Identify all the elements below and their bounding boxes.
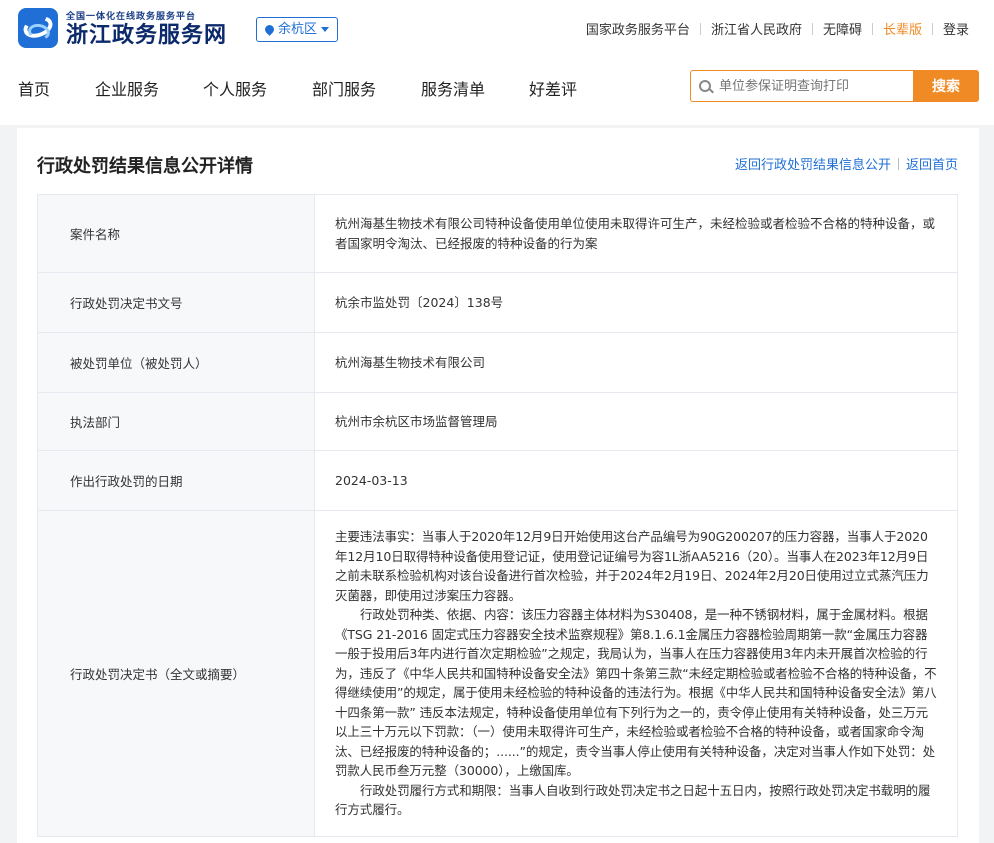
- row-label: 被处罚单位（被处罚人）: [37, 332, 315, 393]
- divider: [897, 157, 899, 170]
- nav-evaluation[interactable]: 好差评: [529, 76, 577, 100]
- row-label: 行政处罚决定书文号: [37, 272, 315, 333]
- region-selector[interactable]: 余杭区: [256, 17, 339, 42]
- row-label: 行政处罚决定书（全文或摘要）: [37, 510, 315, 837]
- search-field[interactable]: [690, 70, 913, 102]
- nav-personal-services[interactable]: 个人服务: [203, 76, 267, 100]
- link-national-platform[interactable]: 国家政务服务平台: [576, 19, 700, 38]
- logo-subtitle: 全国一体化在线政务服务平台: [66, 11, 197, 22]
- table-row: 行政处罚决定书文号 杭余市监处罚〔2024〕138号: [37, 272, 958, 333]
- row-label: 作出行政处罚的日期: [37, 450, 315, 511]
- link-provincial-government[interactable]: 浙江省人民政府: [701, 19, 812, 38]
- logo-text: 全国一体化在线政务服务平台 浙江政务服务网: [66, 9, 227, 48]
- top-bar: 全国一体化在线政务服务平台 浙江政务服务网 余杭区 国家政务服务平台 浙江省人民…: [0, 0, 994, 56]
- row-value: 杭州海基生物技术有限公司特种设备使用单位使用未取得许可生产，未经检验或者检验不合…: [314, 194, 958, 273]
- site-logo[interactable]: 全国一体化在线政务服务平台 浙江政务服务网: [18, 8, 227, 48]
- nav-enterprise-services[interactable]: 企业服务: [95, 76, 159, 100]
- location-pin-icon: [263, 23, 276, 36]
- penalty-performance: 行政处罚履行方式和期限：当事人自收到行政处罚决定书之日起十五日内，按照行政处罚决…: [335, 782, 931, 818]
- nav-department-services[interactable]: 部门服务: [312, 76, 376, 100]
- search-icon: [699, 80, 711, 92]
- detail-table: 案件名称 杭州海基生物技术有限公司特种设备使用单位使用未取得许可生产，未经检验或…: [37, 194, 958, 837]
- logo-title: 浙江政务服务网: [66, 21, 228, 48]
- link-accessibility[interactable]: 无障碍: [813, 19, 872, 38]
- link-elder-version[interactable]: 长辈版: [873, 19, 932, 38]
- search-button[interactable]: 搜索: [913, 70, 979, 102]
- penalty-basis: 行政处罚种类、依据、内容：该压力容器主体材料为S30408，是一种不锈钢材料，属…: [335, 607, 937, 779]
- row-label: 案件名称: [37, 194, 315, 273]
- region-label: 余杭区: [278, 22, 318, 37]
- table-row: 作出行政处罚的日期 2024-03-13: [37, 450, 958, 511]
- table-row: 执法部门 杭州市余杭区市场监督管理局: [37, 392, 958, 451]
- top-links: 国家政务服务平台 浙江省人民政府 无障碍 长辈版 登录: [576, 19, 979, 38]
- detail-card: 行政处罚结果信息公开详情 返回行政处罚结果信息公开 返回首页 案件名称 杭州海基…: [17, 128, 979, 843]
- logo-icon: [18, 8, 58, 48]
- main-nav: 首页 企业服务 个人服务 部门服务 服务清单 好差评 搜索: [0, 70, 994, 106]
- search-bar: 搜索: [690, 70, 979, 102]
- table-row: 案件名称 杭州海基生物技术有限公司特种设备使用单位使用未取得许可生产，未经检验或…: [37, 194, 958, 273]
- back-to-home-link[interactable]: 返回首页: [906, 154, 958, 173]
- card-links: 返回行政处罚结果信息公开 返回首页: [735, 154, 958, 173]
- nav-home[interactable]: 首页: [18, 76, 50, 100]
- login-link[interactable]: 登录: [933, 19, 979, 38]
- row-value: 杭州市余杭区市场监督管理局: [314, 392, 958, 451]
- table-row: 被处罚单位（被处罚人） 杭州海基生物技术有限公司: [37, 332, 958, 393]
- row-value: 2024-03-13: [314, 450, 958, 511]
- violation-facts: 主要违法事实：当事人于2020年12月9日开始使用这台产品编号为90G20020…: [335, 529, 929, 603]
- caret-down-icon: [321, 27, 330, 32]
- page-title: 行政处罚结果信息公开详情: [37, 156, 253, 177]
- back-to-list-link[interactable]: 返回行政处罚结果信息公开: [735, 154, 891, 173]
- table-row: 行政处罚决定书（全文或摘要） 主要违法事实：当事人于2020年12月9日开始使用…: [37, 510, 958, 837]
- row-value: 杭余市监处罚〔2024〕138号: [314, 272, 958, 333]
- site-header: 全国一体化在线政务服务平台 浙江政务服务网 余杭区 国家政务服务平台 浙江省人民…: [0, 0, 994, 125]
- decision-summary: 主要违法事实：当事人于2020年12月9日开始使用这台产品编号为90G20020…: [314, 510, 958, 837]
- row-label: 执法部门: [37, 392, 315, 451]
- row-value: 杭州海基生物技术有限公司: [314, 332, 958, 393]
- nav-service-list[interactable]: 服务清单: [421, 76, 485, 100]
- search-input[interactable]: [719, 78, 909, 94]
